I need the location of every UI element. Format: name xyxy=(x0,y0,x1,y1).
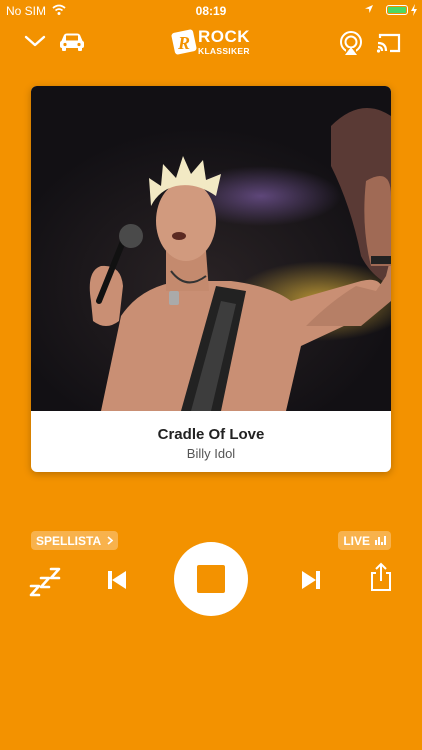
now-playing-card: Cradle Of Love Billy Idol xyxy=(31,86,391,472)
stop-button[interactable] xyxy=(174,542,248,616)
car-mode-icon[interactable] xyxy=(58,32,86,52)
chevron-right-icon xyxy=(107,536,114,545)
charging-bolt-icon xyxy=(411,4,417,16)
cast-icon[interactable] xyxy=(376,32,402,54)
top-nav: R ROCK KLASSIKER xyxy=(0,26,422,62)
logo-word-rock: ROCK xyxy=(198,27,251,46)
chevron-down-icon[interactable] xyxy=(24,34,46,48)
track-info: Cradle Of Love Billy Idol xyxy=(31,411,391,472)
battery-icon xyxy=(386,5,408,15)
playlist-label: SPELLISTA xyxy=(36,533,102,548)
live-badge[interactable]: LIVE xyxy=(338,531,391,550)
playlist-button[interactable]: SPELLISTA xyxy=(31,531,119,550)
live-label: LIVE xyxy=(343,533,370,548)
track-title: Cradle Of Love xyxy=(157,426,265,443)
station-logo: R ROCK KLASSIKER xyxy=(170,26,252,60)
stop-icon xyxy=(197,565,225,593)
status-bar: No SIM 08:19 xyxy=(0,0,422,22)
equalizer-icon xyxy=(375,536,386,545)
location-arrow-icon xyxy=(365,5,373,13)
artist-photo-illustration xyxy=(89,108,391,411)
svg-text:R: R xyxy=(177,33,190,53)
skip-previous-icon[interactable] xyxy=(104,569,130,591)
track-artist: Billy Idol xyxy=(186,446,236,461)
album-art xyxy=(31,86,391,411)
logo-word-klassiker: KLASSIKER xyxy=(198,46,250,56)
airplay-icon[interactable] xyxy=(338,31,364,55)
skip-next-icon[interactable] xyxy=(298,569,324,591)
sleep-timer-icon[interactable] xyxy=(28,566,64,598)
share-icon[interactable] xyxy=(368,562,394,592)
status-time: 08:19 xyxy=(195,4,227,18)
